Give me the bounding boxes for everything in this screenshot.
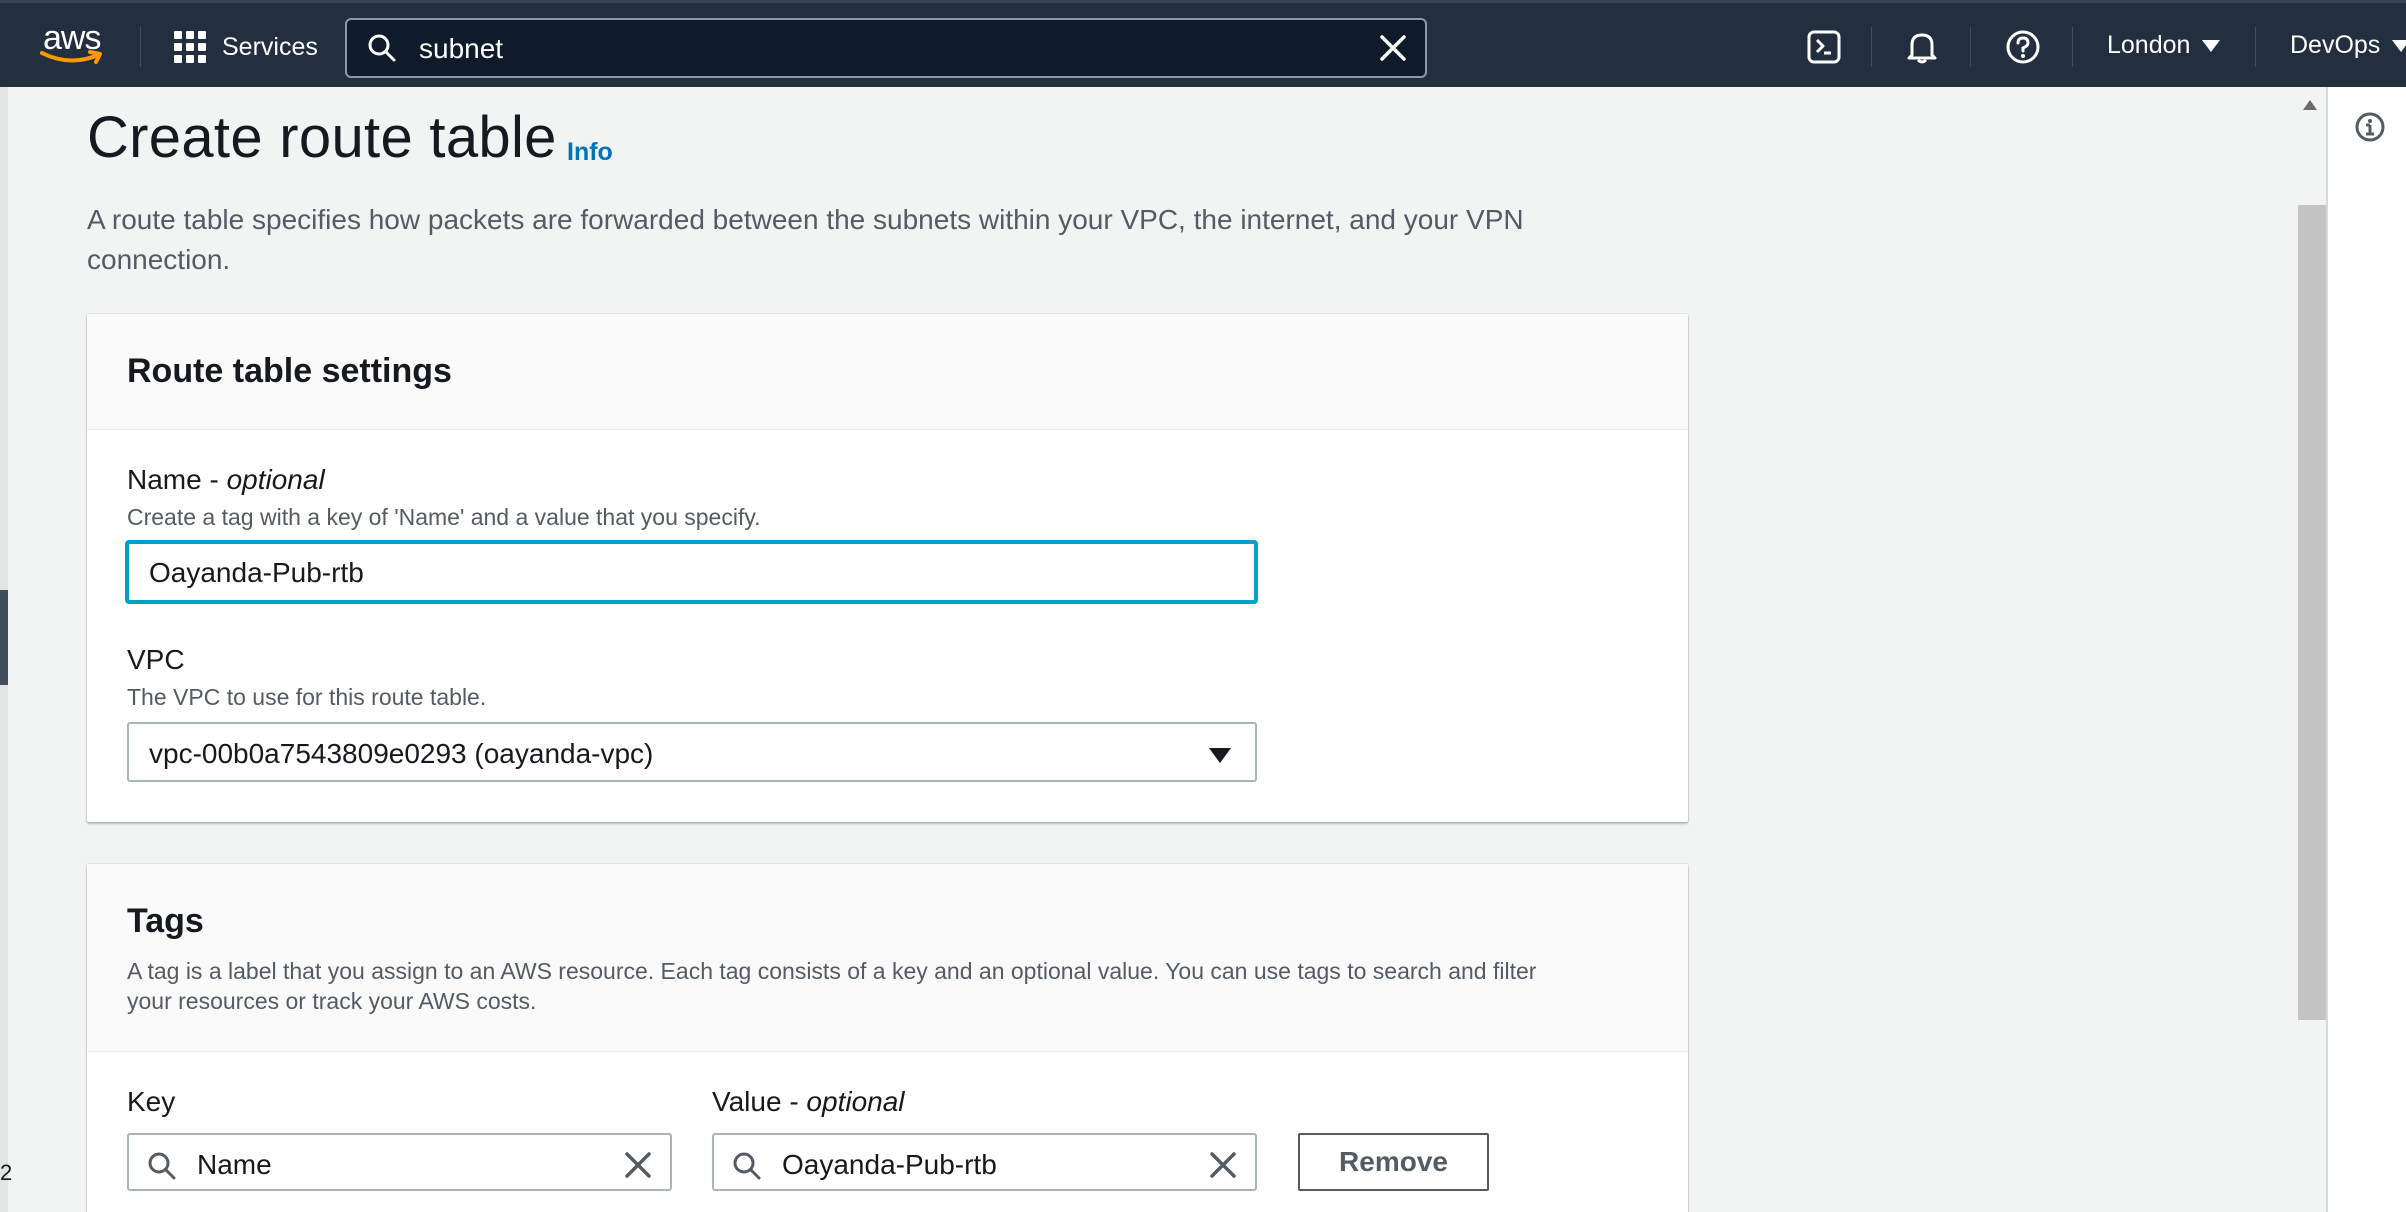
route-table-settings-panel: Route table settings Name - optional Cre… (87, 314, 1688, 822)
nav-divider (2072, 27, 2073, 67)
tags-description-line: A tag is a label that you assign to an A… (127, 958, 1537, 984)
close-icon[interactable] (1379, 34, 1407, 62)
tag-key-value: Name (197, 1149, 272, 1180)
tag-value-input[interactable]: Oayanda-Pub-rtb (712, 1133, 1257, 1191)
panel-title: Route table settings (127, 352, 452, 390)
optional-label: optional (226, 464, 325, 495)
aws-smile-icon (40, 50, 102, 64)
optional-label: optional (806, 1086, 905, 1117)
account-menu[interactable]: DevOps (2290, 31, 2406, 60)
scroll-up-arrow-icon[interactable] (2303, 100, 2317, 110)
page-description: A route table specifies how packets are … (87, 204, 1524, 275)
left-edge-handle (0, 590, 8, 685)
name-label-text: Name - (127, 464, 227, 495)
info-link[interactable]: Info (567, 138, 613, 167)
value-label-text: Value - (712, 1086, 807, 1117)
vpc-field-label: VPC (127, 644, 185, 675)
name-input-value: Oayanda-Pub-rtb (149, 557, 364, 588)
clear-icon[interactable] (624, 1151, 652, 1179)
grid-icon (174, 31, 206, 63)
top-navigation-bar: aws Services subnet London DevOps (0, 0, 2406, 87)
tag-value-label: Value - optional (712, 1086, 905, 1118)
tags-description: A tag is a label that you assign to an A… (127, 956, 1536, 1016)
remove-tag-button[interactable]: Remove (1298, 1133, 1489, 1191)
caret-down-icon (1209, 748, 1231, 763)
scrollbar-thumb[interactable] (2298, 205, 2326, 1020)
tags-panel: Tags A tag is a label that you assign to… (87, 864, 1688, 1212)
search-icon (148, 1152, 176, 1180)
nav-divider (1871, 27, 1872, 67)
search-icon (368, 34, 396, 62)
panel-header: Tags A tag is a label that you assign to… (87, 864, 1688, 1052)
tools-panel-rail (2326, 87, 2406, 1212)
page-title: Create route table (87, 105, 557, 170)
help-icon[interactable] (2005, 29, 2041, 65)
name-field-label: Name - optional (127, 464, 325, 496)
panel-title: Tags (127, 902, 204, 940)
caret-down-icon (2392, 39, 2406, 52)
search-input[interactable] (419, 33, 1319, 65)
aws-logo[interactable]: aws (40, 19, 112, 71)
nav-divider (140, 27, 141, 67)
global-search-box[interactable] (345, 18, 1427, 78)
tag-value-value: Oayanda-Pub-rtb (782, 1149, 997, 1180)
region-selector[interactable]: London (2107, 31, 2221, 60)
nav-divider (1970, 27, 1971, 67)
tags-description-line: your resources or track your AWS costs. (127, 988, 537, 1014)
account-label: DevOps (2290, 31, 2381, 59)
services-label: Services (222, 32, 318, 61)
vpc-select[interactable]: vpc-00b0a7543809e0293 (oayanda-vpc) (127, 722, 1257, 782)
nav-divider (2255, 27, 2256, 67)
services-menu-button[interactable]: Services (174, 27, 318, 67)
clear-icon[interactable] (1209, 1151, 1237, 1179)
search-icon (733, 1152, 761, 1180)
tag-key-input[interactable]: Name (127, 1133, 672, 1191)
cloudshell-icon[interactable] (1806, 29, 1842, 65)
tag-key-label: Key (127, 1086, 176, 1117)
info-circle-icon[interactable] (2354, 111, 2386, 143)
name-field-description: Create a tag with a key of 'Name' and a … (127, 504, 761, 530)
panel-header: Route table settings (87, 314, 1688, 430)
edge-glyph: 2 (0, 1160, 13, 1185)
vpc-field-description: The VPC to use for this route table. (127, 684, 487, 710)
region-label: London (2107, 31, 2191, 59)
vpc-select-value: vpc-00b0a7543809e0293 (oayanda-vpc) (149, 738, 654, 769)
name-input[interactable]: Oayanda-Pub-rtb (126, 541, 1257, 603)
caret-down-icon (2202, 39, 2221, 52)
bell-icon[interactable] (1904, 29, 1940, 65)
